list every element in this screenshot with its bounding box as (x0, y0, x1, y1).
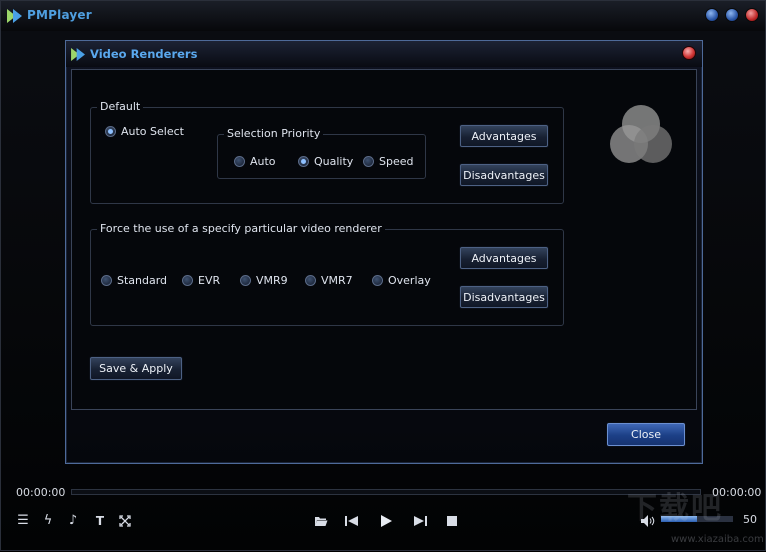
default-group: Default Auto Select Selection Priority A… (90, 100, 564, 204)
dialog-title: Video Renderers (90, 47, 198, 61)
radio-dot-icon (182, 275, 193, 286)
default-advantages-button[interactable]: Advantages (460, 125, 548, 147)
dialog-close-button[interactable]: Close (607, 423, 685, 446)
next-icon[interactable] (413, 516, 427, 526)
video-renderers-dialog: Video Renderers Default Auto Select Sele… (65, 40, 703, 464)
radio-dot-icon (298, 156, 309, 167)
radio-dot-icon (234, 156, 245, 167)
app-titlebar[interactable]: PMPlayer (1, 1, 765, 31)
renderer-vmr9-label: VMR9 (256, 274, 288, 287)
speaker-icon[interactable] (641, 515, 655, 527)
radio-dot-icon (305, 275, 316, 286)
play-icon[interactable] (380, 515, 392, 527)
save-apply-button[interactable]: Save & Apply (90, 357, 182, 380)
volume-value: 50 (743, 513, 757, 526)
priority-quality-radio[interactable]: Quality (298, 155, 353, 168)
priority-speed-label: Speed (379, 155, 414, 168)
priority-speed-radio[interactable]: Speed (363, 155, 413, 168)
force-advantages-button[interactable]: Advantages (460, 247, 548, 269)
force-disadvantages-button[interactable]: Disadvantages (460, 286, 548, 308)
volume-slider[interactable] (661, 516, 733, 522)
force-renderer-legend: Force the use of a specify particular vi… (97, 222, 385, 235)
stop-icon[interactable] (447, 516, 457, 526)
force-renderer-group: Force the use of a specify particular vi… (90, 222, 564, 326)
priority-auto-radio[interactable]: Auto (234, 155, 276, 168)
playlist-icon[interactable]: ☰ (16, 514, 30, 528)
radio-dot-icon (240, 275, 251, 286)
default-disadvantages-button[interactable]: Disadvantages (460, 164, 548, 186)
dialog-logo-icon (71, 48, 85, 61)
flash-icon[interactable]: ϟ (42, 514, 54, 528)
app-title: PMPlayer (27, 8, 92, 22)
minimize-button[interactable] (705, 8, 719, 22)
selection-priority-legend: Selection Priority (224, 127, 324, 140)
app-close-button[interactable] (745, 8, 759, 22)
dialog-titlebar[interactable]: Video Renderers (66, 41, 702, 67)
renderer-standard-label: Standard (117, 274, 168, 287)
pmplayer-logo-icon (7, 9, 22, 23)
open-folder-icon[interactable] (314, 515, 328, 527)
default-group-legend: Default (97, 100, 144, 113)
app-window: PMPlayer Video Renderers Default Auto Se… (0, 0, 766, 551)
time-elapsed: 00:00:00 (16, 486, 66, 499)
time-total: 00:00:00 (712, 486, 762, 499)
renderer-venn-icon (610, 105, 672, 163)
text-icon[interactable]: T (94, 514, 106, 528)
renderer-evr-radio[interactable]: EVR (182, 274, 220, 287)
dialog-close-icon[interactable] (682, 46, 696, 60)
selection-priority-group: Selection Priority Auto Quality Speed (217, 127, 426, 179)
priority-auto-label: Auto (250, 155, 276, 168)
radio-dot-icon (101, 275, 112, 286)
radio-dot-icon (372, 275, 383, 286)
radio-dot-icon (105, 126, 116, 137)
renderer-evr-label: EVR (198, 274, 221, 287)
auto-select-label: Auto Select (121, 125, 184, 138)
renderer-standard-radio[interactable]: Standard (101, 274, 167, 287)
previous-icon[interactable] (345, 516, 359, 526)
renderer-overlay-label: Overlay (388, 274, 431, 287)
player-controls: 00:00:00 00:00:00 ☰ ϟ ♪ T 50 (1, 471, 765, 551)
renderer-overlay-radio[interactable]: Overlay (372, 274, 431, 287)
renderer-vmr9-radio[interactable]: VMR9 (240, 274, 288, 287)
renderer-vmr7-label: VMR7 (321, 274, 353, 287)
volume-fill (661, 516, 697, 522)
maximize-button[interactable] (725, 8, 739, 22)
auto-select-radio[interactable]: Auto Select (105, 125, 184, 138)
radio-dot-icon (363, 156, 374, 167)
priority-quality-label: Quality (314, 155, 354, 168)
fullscreen-icon[interactable] (119, 515, 131, 527)
renderer-vmr7-radio[interactable]: VMR7 (305, 274, 353, 287)
music-note-icon[interactable]: ♪ (67, 514, 79, 528)
dialog-content: Default Auto Select Selection Priority A… (71, 69, 697, 410)
seek-bar[interactable] (71, 489, 701, 495)
